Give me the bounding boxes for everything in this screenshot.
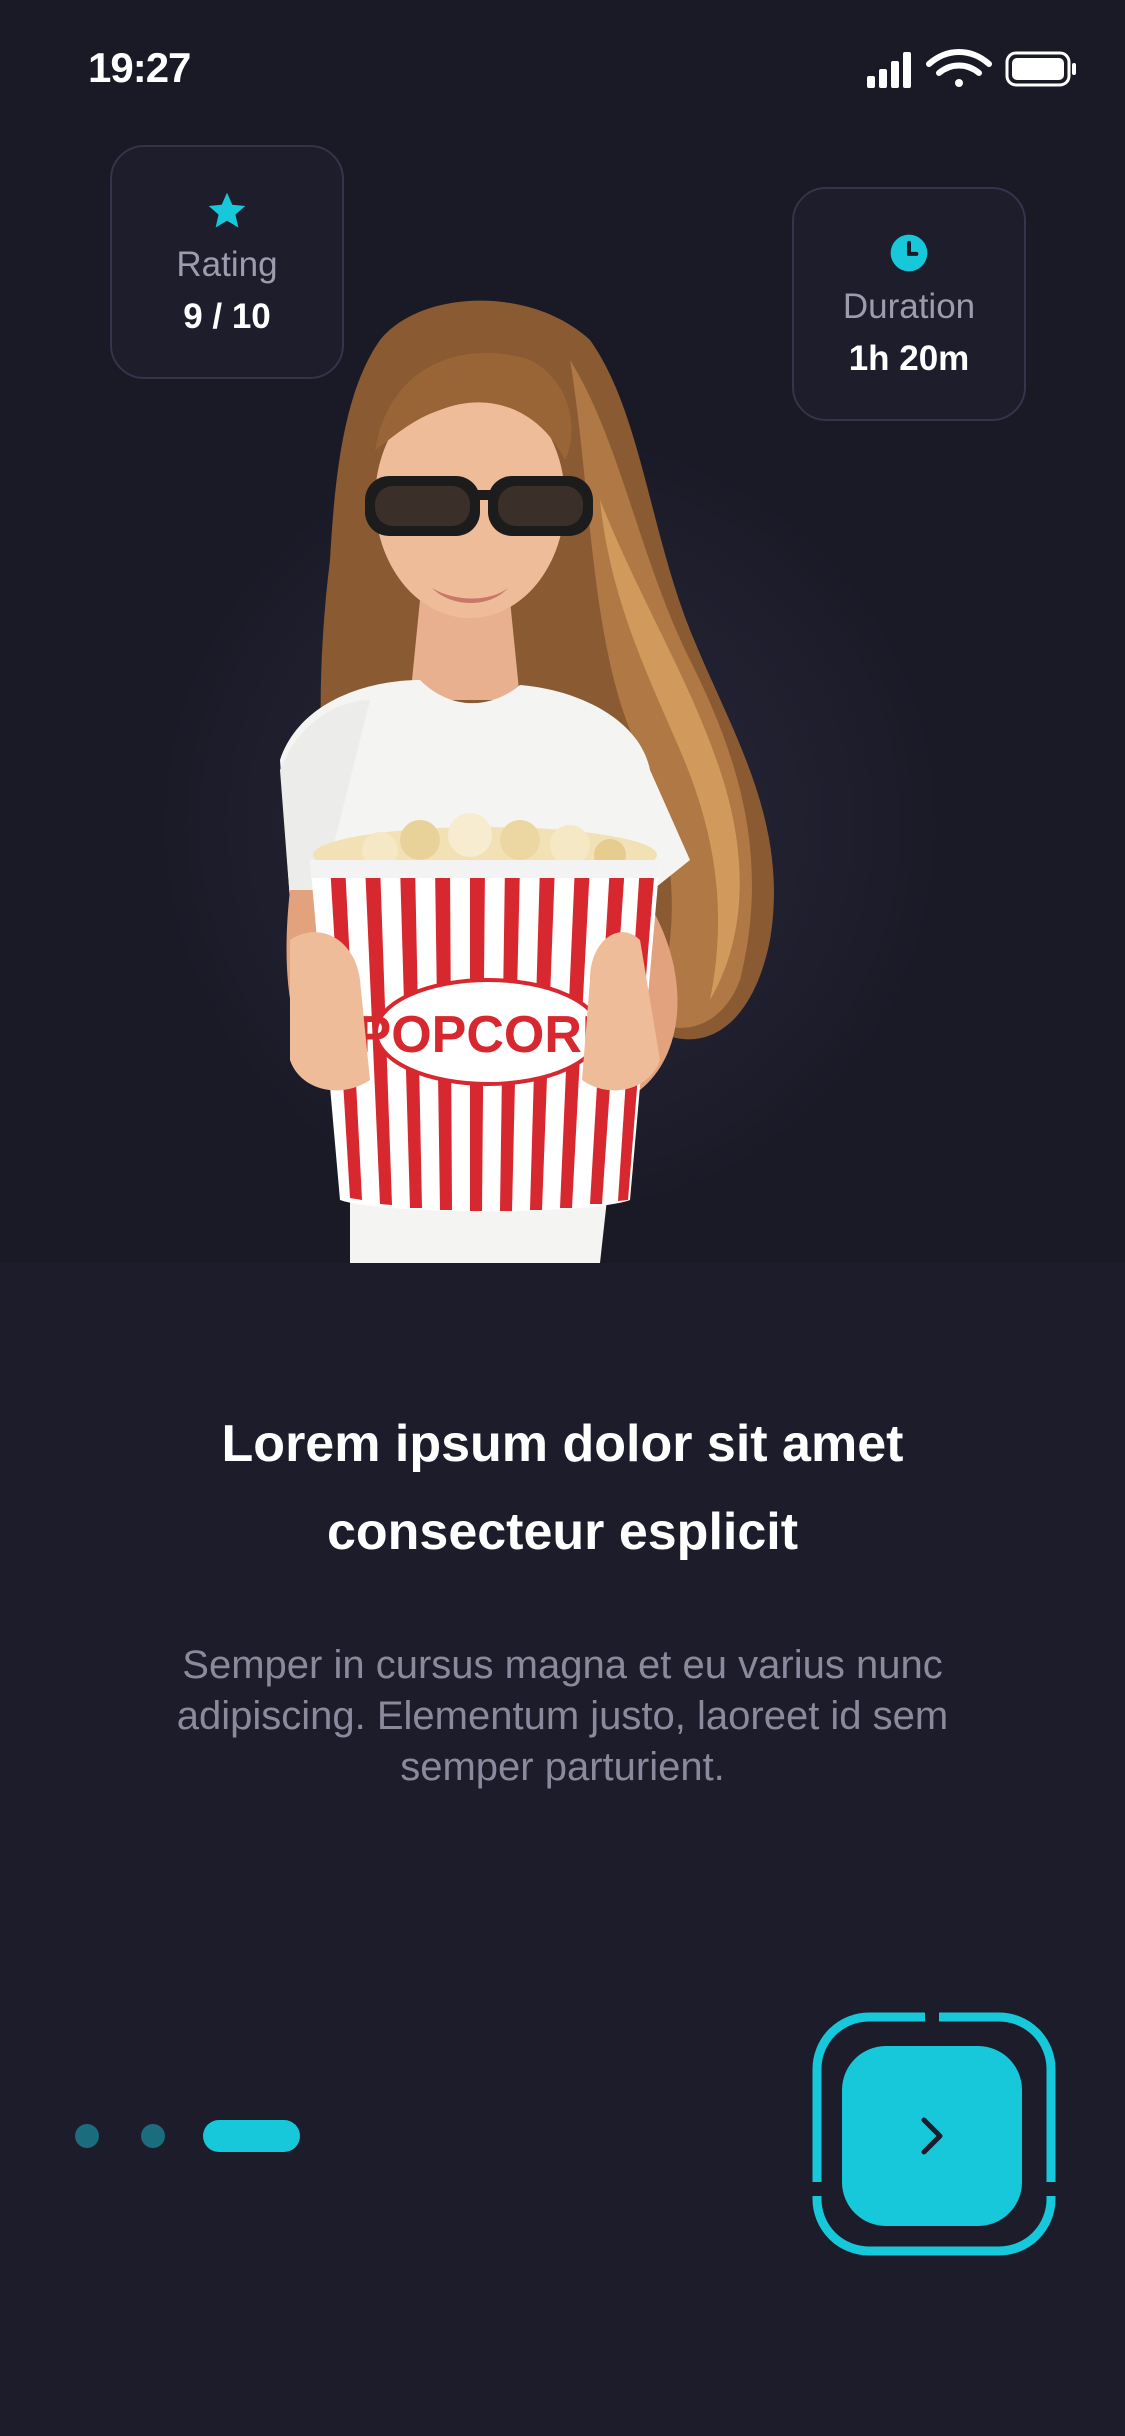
hero-section: POPCORN 19:27 Rating 9 / 10 Duration 1h … xyxy=(0,0,1125,1263)
woman-with-popcorn-image: POPCORN xyxy=(280,300,774,1263)
status-icons xyxy=(867,49,1076,88)
star-icon xyxy=(208,192,246,228)
onboarding-description: Semper in cursus magna et eu varius nunc… xyxy=(176,1643,949,1789)
duration-label: Duration xyxy=(842,287,976,326)
onboarding-title: Lorem ipsum dolor sit amet consecteur es… xyxy=(221,1415,904,1561)
rating-label: Rating xyxy=(176,245,278,284)
status-bar: 19:27 xyxy=(0,0,1125,140)
cellular-signal-icon xyxy=(867,52,911,88)
duration-value: 1h 20m xyxy=(848,339,970,378)
battery-full-icon xyxy=(1005,51,1076,87)
page-dot-active[interactable] xyxy=(203,2120,300,2152)
rating-card: Rating 9 / 10 xyxy=(110,145,344,379)
chevron-right-icon xyxy=(921,2117,943,2155)
wifi-icon xyxy=(926,49,992,87)
status-time: 19:27 xyxy=(88,44,191,91)
next-button-container xyxy=(812,2012,1056,2256)
clock-icon xyxy=(890,234,928,272)
duration-card: Duration 1h 20m xyxy=(792,187,1026,421)
rating-value: 9 / 10 xyxy=(183,297,271,336)
page-dot[interactable] xyxy=(75,2124,99,2148)
next-button[interactable] xyxy=(842,2046,1022,2226)
popcorn-label: POPCORN xyxy=(357,1006,620,1064)
page-dot[interactable] xyxy=(141,2124,165,2148)
